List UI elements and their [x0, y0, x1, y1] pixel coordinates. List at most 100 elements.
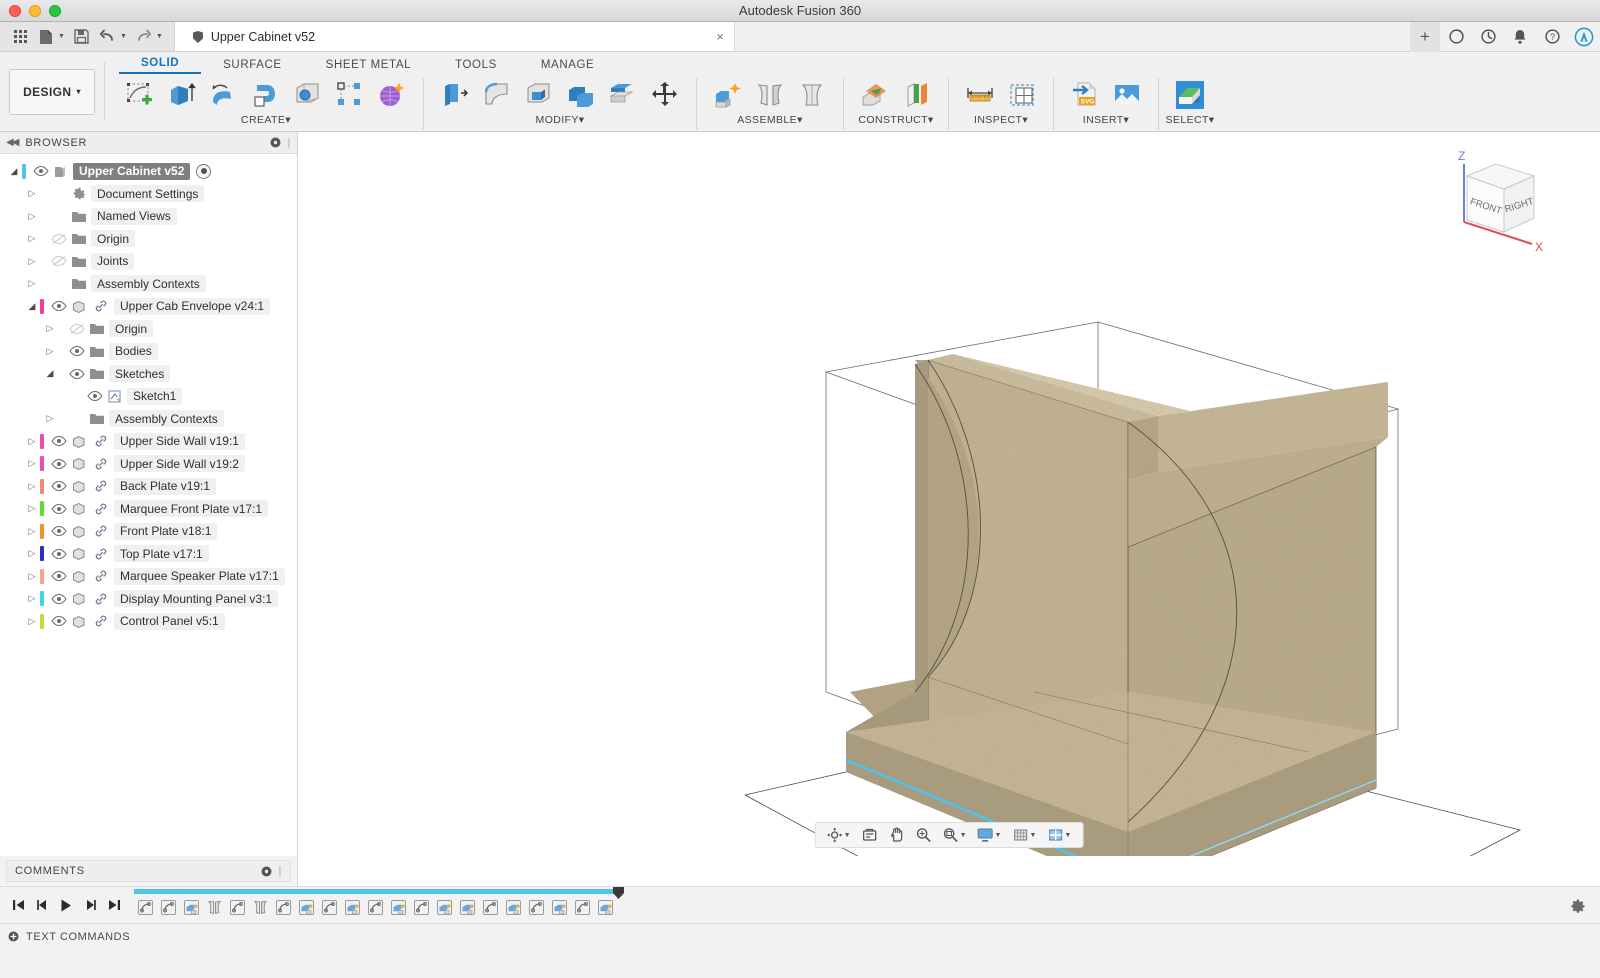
- sketch-feature-icon[interactable]: [272, 896, 295, 918]
- extrude-icon[interactable]: [163, 77, 201, 113]
- expand-arrow-closed-icon[interactable]: ▷: [24, 211, 40, 222]
- visibility-eye-icon[interactable]: [49, 524, 68, 538]
- ribbon-group-modify-label[interactable]: MODIFY▾: [536, 114, 585, 126]
- shell-icon[interactable]: [520, 77, 558, 113]
- expand-arrow-closed-icon[interactable]: ▷: [24, 256, 40, 267]
- expand-arrow-closed-icon[interactable]: ▷: [24, 548, 40, 559]
- design-workspace-button[interactable]: DESIGN ▾: [9, 69, 95, 115]
- zoom-button[interactable]: [911, 824, 937, 846]
- browser-tree-item[interactable]: ▷Upper Side Wall v19:1: [0, 430, 297, 453]
- app-grid-icon[interactable]: [8, 25, 32, 49]
- ribbon-group-create-label[interactable]: CREATE▾: [241, 114, 291, 126]
- grid-snap-button[interactable]: ▼: [1007, 824, 1041, 846]
- sketch-feature-icon[interactable]: [157, 896, 180, 918]
- help-icon[interactable]: ?: [1536, 22, 1568, 52]
- visibility-eye-icon[interactable]: [49, 569, 68, 583]
- grid-snap-caret-icon[interactable]: ▼: [1029, 832, 1039, 839]
- tab-tools[interactable]: TOOLS: [433, 59, 519, 74]
- pan-button[interactable]: [884, 824, 910, 846]
- expand-arrow-closed-icon[interactable]: ▷: [24, 458, 40, 469]
- notifications-icon[interactable]: [1504, 22, 1536, 52]
- canvas-3d-viewport[interactable]: 800.00 866.00 Z X FRONT RIGHT: [298, 132, 1600, 856]
- look-at-button[interactable]: [857, 824, 883, 846]
- component-feature-icon[interactable]: [456, 896, 479, 918]
- browser-tree-item[interactable]: ▷Marquee Speaker Plate v17:1: [0, 565, 297, 588]
- ribbon-group-assemble-label[interactable]: ASSEMBLE▾: [737, 114, 802, 126]
- component-feature-icon[interactable]: [387, 896, 410, 918]
- close-tab-icon[interactable]: ×: [716, 29, 724, 44]
- sketch-feature-icon[interactable]: [226, 896, 249, 918]
- sketch-feature-icon[interactable]: [571, 896, 594, 918]
- browser-tree-item[interactable]: ▷Origin: [0, 318, 297, 341]
- undo-icon[interactable]: [96, 25, 120, 49]
- zoom-window-caret-icon[interactable]: ▼: [960, 832, 970, 839]
- ribbon-group-construct-label[interactable]: CONSTRUCT▾: [858, 114, 933, 126]
- browser-tree-item[interactable]: ▷Assembly Contexts: [0, 273, 297, 296]
- text-commands-icon[interactable]: [8, 931, 19, 942]
- upper-cabinet-3d-model[interactable]: 800.00 866.00: [298, 132, 1600, 856]
- sketch-feature-icon[interactable]: [410, 896, 433, 918]
- timeline-settings-icon[interactable]: [1569, 897, 1586, 917]
- display-settings-icon[interactable]: [975, 824, 997, 846]
- browser-tree-item[interactable]: ▷Named Views: [0, 205, 297, 228]
- browser-tree-item[interactable]: ▷Bodies: [0, 340, 297, 363]
- visibility-eye-icon[interactable]: [31, 164, 50, 178]
- zoom-window-button[interactable]: ▼: [938, 824, 972, 846]
- revolve-icon[interactable]: [205, 77, 243, 113]
- browser-tree-item[interactable]: ◢Upper Cabinet v52: [0, 160, 297, 183]
- file-icon[interactable]: [34, 25, 58, 49]
- browser-tree-item[interactable]: ▷Front Plate v18:1: [0, 520, 297, 543]
- save-icon[interactable]: [70, 25, 94, 49]
- visibility-eye-icon[interactable]: [67, 344, 86, 358]
- expand-arrow-open-icon[interactable]: ◢: [42, 368, 58, 379]
- visibility-eye-icon[interactable]: [49, 547, 68, 561]
- step-forward-icon[interactable]: [78, 891, 102, 919]
- visibility-eye-icon[interactable]: [49, 299, 68, 313]
- browser-tree-item[interactable]: Sketch1: [0, 385, 297, 408]
- tab-manage[interactable]: MANAGE: [519, 59, 616, 74]
- expand-arrow-closed-icon[interactable]: ▷: [42, 323, 58, 334]
- expand-arrow-closed-icon[interactable]: ▷: [24, 188, 40, 199]
- expand-arrow-closed-icon[interactable]: ▷: [24, 526, 40, 537]
- expand-arrow-closed-icon[interactable]: ▷: [42, 346, 58, 357]
- joint-icon[interactable]: [751, 77, 789, 113]
- expand-arrow-open-icon[interactable]: ◢: [24, 301, 40, 312]
- hole-icon[interactable]: [289, 77, 327, 113]
- timeline-strip[interactable]: [134, 890, 617, 920]
- expand-arrow-closed-icon[interactable]: ▷: [24, 233, 40, 244]
- browser-tree-item[interactable]: ▷Origin: [0, 228, 297, 251]
- combine-icon[interactable]: [562, 77, 600, 113]
- browser-tree-item[interactable]: ◢Sketches: [0, 363, 297, 386]
- browser-tree-item[interactable]: ▷Assembly Contexts: [0, 408, 297, 431]
- form-icon[interactable]: [373, 77, 411, 113]
- timeline-marker-icon[interactable]: [613, 887, 624, 903]
- display-settings-button[interactable]: ▼: [973, 824, 1007, 846]
- visibility-eye-icon[interactable]: [49, 457, 68, 471]
- offset-plane-icon[interactable]: [856, 77, 894, 113]
- expand-arrow-closed-icon[interactable]: ▷: [24, 503, 40, 514]
- as-built-joint-icon[interactable]: [793, 77, 831, 113]
- viewports-button[interactable]: ▼: [1042, 824, 1076, 846]
- browser-tree-item[interactable]: ▷Display Mounting Panel v3:1: [0, 588, 297, 611]
- expand-arrow-closed-icon[interactable]: ▷: [24, 436, 40, 447]
- orbit-button[interactable]: ▼: [822, 824, 856, 846]
- sketch-feature-icon[interactable]: [525, 896, 548, 918]
- comments-header[interactable]: COMMENTS |: [6, 860, 291, 882]
- redo-icon[interactable]: [132, 25, 156, 49]
- expand-arrow-closed-icon[interactable]: ▷: [42, 413, 58, 424]
- document-tab[interactable]: Upper Cabinet v52 ×: [175, 22, 735, 51]
- component-feature-icon[interactable]: [433, 896, 456, 918]
- expand-arrow-closed-icon[interactable]: ▷: [24, 481, 40, 492]
- plane-at-angle-icon[interactable]: [898, 77, 936, 113]
- visibility-eye-icon[interactable]: [49, 254, 68, 268]
- skip-to-end-icon[interactable]: [102, 891, 126, 919]
- pattern-icon[interactable]: [331, 77, 369, 113]
- sketch-feature-icon[interactable]: [479, 896, 502, 918]
- expand-arrow-closed-icon[interactable]: ▷: [24, 593, 40, 604]
- insert-svg-icon[interactable]: SVG: [1066, 77, 1104, 113]
- ribbon-group-inspect-label[interactable]: INSPECT▾: [974, 114, 1028, 126]
- browser-tree-item[interactable]: ▷Control Panel v5:1: [0, 610, 297, 633]
- sketch-feature-icon[interactable]: [364, 896, 387, 918]
- visibility-eye-icon[interactable]: [67, 322, 86, 336]
- display-settings-caret-icon[interactable]: ▼: [995, 832, 1005, 839]
